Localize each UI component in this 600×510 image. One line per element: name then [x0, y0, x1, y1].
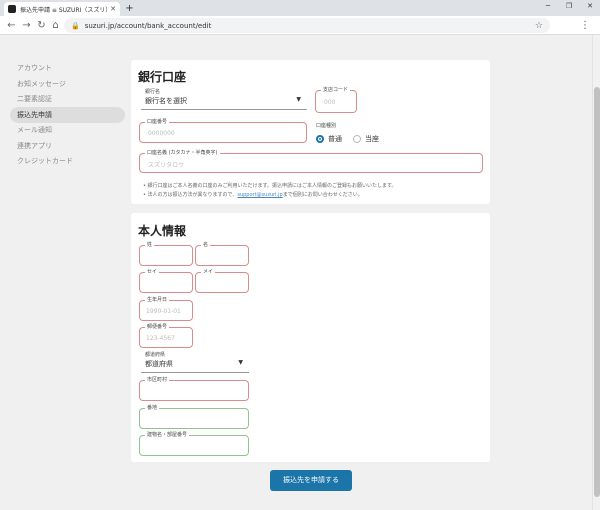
postal-code-field[interactable]: 郵便番号 123-4567 [139, 324, 193, 348]
submit-bank-account-button[interactable]: 振込先を申請する [270, 470, 352, 491]
branch-code-field[interactable]: 支店コード 000 [315, 87, 357, 113]
lock-icon: 🔒 [71, 21, 80, 30]
last-name-kana-label: セイ [145, 269, 160, 275]
postal-code-label: 郵便番号 [145, 324, 170, 330]
account-type-label: 口座種別 [316, 123, 337, 129]
settings-sidebar: アカウント お知メッセージ 二要素認証 振込先申請 メール通知 連携アプリ クレ… [10, 60, 125, 169]
branch-code-label: 支店コード [321, 87, 351, 93]
bank-account-card: 銀行口座 銀行名 銀行名を選択 ▼ 支店コード 000 口座番号 0000000… [131, 60, 490, 204]
account-holder-label: 口座名義 (カタカナ・半角英字) [145, 150, 220, 156]
personal-info-title: 本人情報 [138, 224, 187, 238]
last-name-kana-field[interactable]: セイ [139, 269, 193, 293]
street-field[interactable]: 番地 [139, 405, 249, 429]
dropdown-arrow-icon: ▼ [296, 96, 301, 103]
first-name-kana-label: メイ [201, 269, 216, 275]
back-icon[interactable]: ← [5, 19, 18, 32]
account-number-placeholder: 0000000 [148, 130, 175, 137]
browser-tab-bar: 振込先申請 ≡ SUZURI（スズリ） ✕ + ─ ❐ ✕ [0, 0, 600, 16]
account-holder-field[interactable]: 口座名義 (カタカナ・半角英字) スズリタロウ [139, 150, 483, 173]
street-label: 番地 [145, 405, 160, 411]
address-bar[interactable]: 🔒 suzuri.jp/account/bank_account/edit ☆ [64, 18, 550, 33]
home-icon[interactable]: ⌂ [49, 19, 62, 32]
bank-account-title: 銀行口座 [138, 70, 187, 84]
bank-note-2: • 法人の方は振込方法が異なりますので、support@suzuri.jpまで個… [143, 192, 363, 198]
first-name-kana-field[interactable]: メイ [195, 269, 249, 293]
birthday-label: 生年月日 [145, 297, 170, 303]
account-number-field[interactable]: 口座番号 0000000 [139, 119, 307, 143]
sidebar-item-credit-card[interactable]: クレジットカード [10, 153, 125, 169]
close-window-icon[interactable]: ✕ [583, 2, 597, 10]
browser-menu-icon[interactable]: ⋮ [579, 19, 591, 32]
account-type-checking-label: 当座 [365, 135, 379, 143]
restore-icon[interactable]: ❐ [562, 2, 576, 10]
birthday-placeholder: 1990-01-01 [146, 308, 181, 315]
forward-icon[interactable]: → [20, 19, 33, 32]
bank-name-value: 銀行名を選択 [145, 97, 187, 105]
personal-info-card: 本人情報 姓 名 セイ メイ 生年月日 1990-01-01 郵便番号 123-… [131, 213, 490, 462]
building-field[interactable]: 建物名・部屋番号 [139, 432, 249, 456]
sidebar-item-bank-transfer[interactable]: 振込先申請 [10, 106, 125, 123]
sidebar-item-account[interactable]: アカウント [10, 60, 125, 76]
account-type-ordinary-label: 普通 [328, 135, 342, 143]
minimize-icon[interactable]: ─ [541, 2, 555, 10]
bank-notes: • 銀行口座はご本人名義の口座のみご利用いただけます。振込申請にはご本人情報のご… [143, 182, 483, 200]
sidebar-item-two-factor[interactable]: 二要素認証 [10, 91, 125, 107]
birthday-field[interactable]: 生年月日 1990-01-01 [139, 297, 193, 321]
postal-code-placeholder: 123-4567 [146, 335, 175, 342]
building-label: 建物名・部屋番号 [145, 432, 190, 438]
sidebar-item-mail-notification[interactable]: メール通知 [10, 122, 125, 138]
account-number-label: 口座番号 [145, 119, 170, 125]
suzuri-favicon-icon [8, 5, 16, 13]
sidebar-item-messages[interactable]: お知メッセージ [10, 76, 125, 92]
last-name-label: 姓 [145, 242, 155, 248]
account-type-checking-radio[interactable] [353, 135, 361, 143]
first-name-field[interactable]: 名 [195, 242, 249, 266]
bank-note-1: • 銀行口座はご本人名義の口座のみご利用いただけます。振込申請にはご本人情報のご… [143, 183, 397, 189]
browser-toolbar: ← → ↻ ⌂ 🔒 suzuri.jp/account/bank_account… [0, 16, 600, 35]
url-text: suzuri.jp/account/bank_account/edit [84, 21, 212, 30]
city-field[interactable]: 市区町村 [139, 377, 249, 401]
new-tab-icon[interactable]: + [124, 3, 135, 14]
reload-icon[interactable]: ↻ [35, 19, 48, 32]
support-email-link[interactable]: support@suzuri.jp [237, 192, 282, 198]
close-tab-icon[interactable]: ✕ [110, 5, 116, 13]
sidebar-item-linked-apps[interactable]: 連携アプリ [10, 138, 125, 154]
prefecture-value: 都道府県 [145, 360, 173, 368]
account-type-ordinary-radio[interactable] [316, 135, 324, 143]
tab-title: 振込先申請 ≡ SUZURI（スズリ） [20, 6, 108, 14]
branch-code-placeholder: 000 [324, 99, 336, 106]
browser-tab[interactable]: 振込先申請 ≡ SUZURI（スズリ） ✕ [4, 2, 120, 16]
bookmark-star-icon[interactable]: ☆ [535, 21, 543, 31]
bank-name-select[interactable]: 銀行名 銀行名を選択 ▼ [141, 89, 307, 110]
prefecture-select[interactable]: 都道府県 都道府県 ▼ [141, 352, 249, 373]
last-name-field[interactable]: 姓 [139, 242, 193, 266]
bank-name-label: 銀行名 [145, 89, 161, 95]
first-name-label: 名 [201, 242, 211, 248]
account-holder-placeholder: スズリタロウ [148, 162, 185, 169]
scrollbar-thumb[interactable] [594, 87, 600, 497]
prefecture-label: 都道府県 [145, 352, 166, 358]
page-scrollbar[interactable] [592, 35, 600, 510]
city-label: 市区町村 [145, 377, 170, 383]
dropdown-arrow-icon: ▼ [238, 359, 243, 366]
